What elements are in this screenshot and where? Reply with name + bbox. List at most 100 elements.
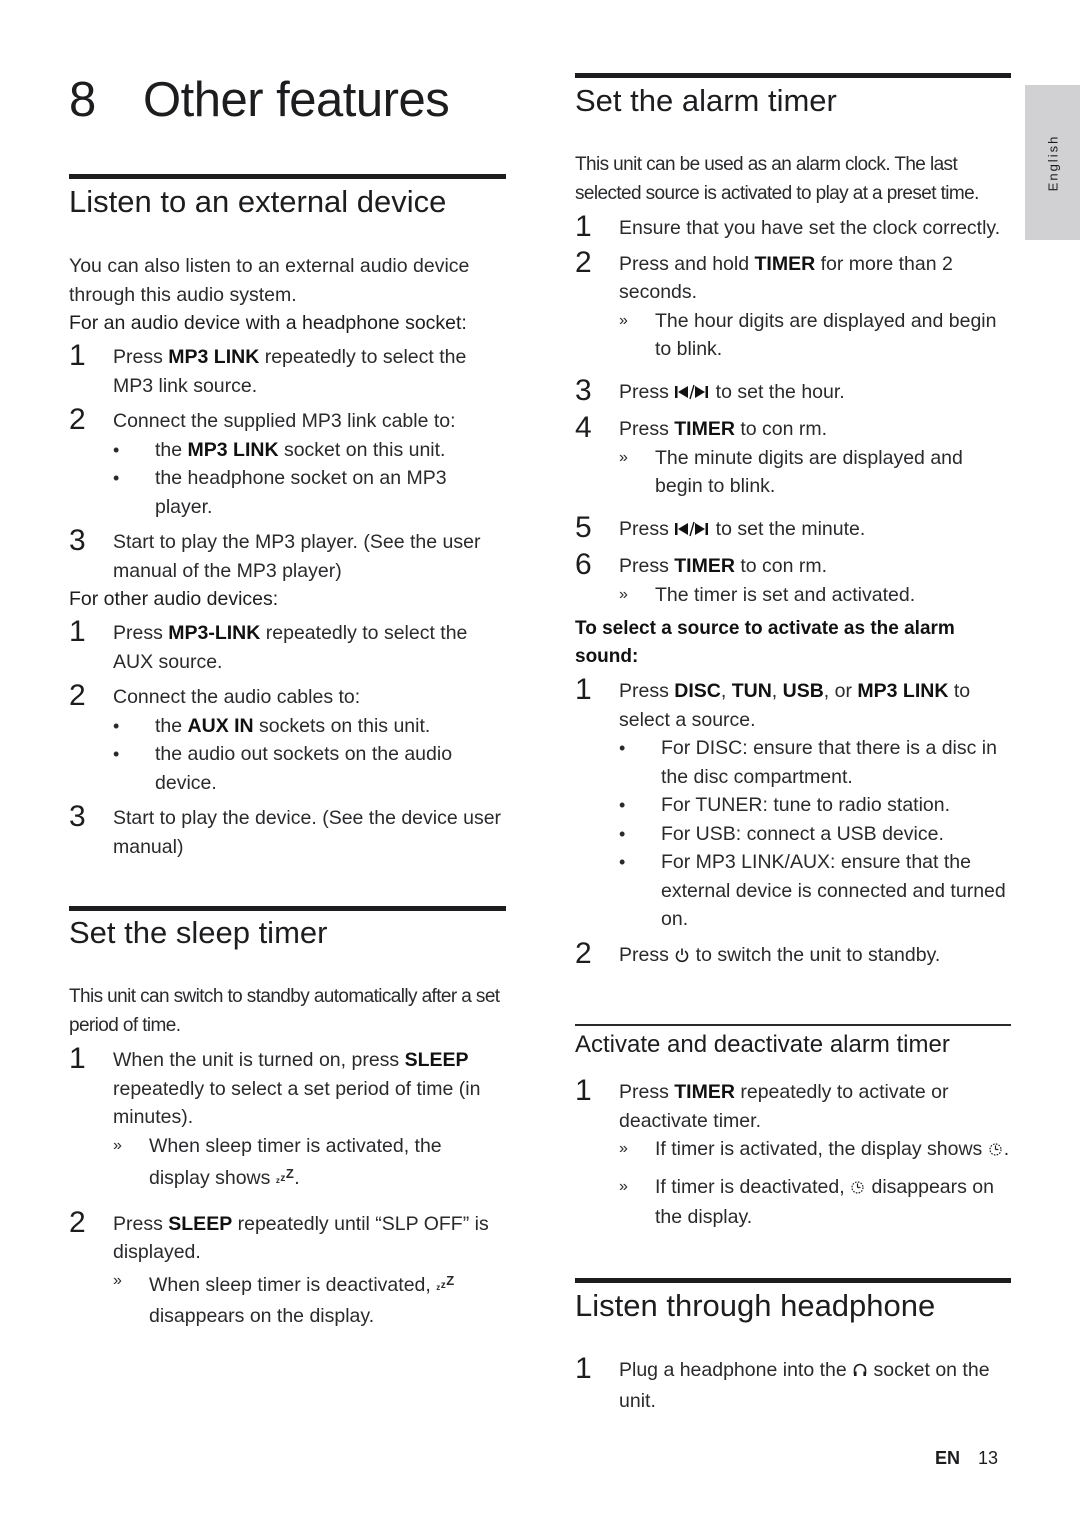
step-text: Ensure that you have set the clock corre… xyxy=(619,217,1001,239)
step-text: Press xyxy=(113,1212,169,1235)
bullet-text: socket on this unit. xyxy=(278,438,446,461)
step: 1 Press DISC, TUN, USB, or MP3 LINK to s… xyxy=(575,673,1011,734)
step-text: Press xyxy=(619,517,675,540)
bullet-item: • For MP3 LINK/AUX: ensure that the exte… xyxy=(575,848,1011,934)
subsection-rule xyxy=(575,1024,1011,1026)
button-name: AUX IN xyxy=(187,714,254,737)
bullet-item: • the MP3 LINK socket on this unit. xyxy=(69,436,506,465)
step-text: , xyxy=(720,680,732,702)
section-rule xyxy=(575,73,1011,78)
step: 1 Press MP3-LINK repeatedly to select th… xyxy=(69,615,506,676)
result-arrow-icon: » xyxy=(113,1271,122,1289)
bullet-text: For DISC: ensure that there is a disc in… xyxy=(661,737,997,788)
page-footer: EN 13 xyxy=(935,1448,998,1469)
language-tab: English xyxy=(1025,85,1080,240)
bullet-item: • For USB: connect a USB device. xyxy=(575,820,1011,849)
prev-next-icon xyxy=(674,517,710,546)
result-arrow-icon: » xyxy=(113,1136,122,1154)
step: 3 Press to set the hour. xyxy=(575,374,1011,409)
step-text: , or xyxy=(823,680,858,702)
result-text: disappears on the display. xyxy=(149,1305,375,1327)
result-item: » If timer is activated, the display sho… xyxy=(575,1135,1011,1166)
bullet-text: the xyxy=(155,714,188,737)
prev-next-icon xyxy=(674,380,710,409)
section-rule xyxy=(69,174,506,179)
step: 1 Plug a headphone into the socket on th… xyxy=(575,1352,1011,1415)
step-number: 1 xyxy=(69,615,86,648)
step-number: 2 xyxy=(69,403,86,436)
result-item: » The hour digits are displayed and begi… xyxy=(575,307,1011,364)
section-title-sleep: Set the sleep timer xyxy=(69,915,328,950)
alarm-timer-icon xyxy=(850,1175,866,1204)
result-arrow-icon: » xyxy=(619,1140,628,1157)
step: 5 Press to set the minute. xyxy=(575,511,1011,546)
result-item: » When sleep timer is deactivated, zzZ d… xyxy=(69,1267,506,1331)
section-rule xyxy=(69,906,506,911)
step-text: Press xyxy=(619,418,675,440)
step-text: Start to play the MP3 player. (See the u… xyxy=(113,531,481,582)
result-text: The timer is set and activated. xyxy=(655,583,916,606)
step: 2 Press to switch the unit to standby. xyxy=(575,937,1011,972)
page-number: 13 xyxy=(978,1448,999,1468)
bullet-text: the audio out sockets on the audio devic… xyxy=(155,743,453,794)
language-tab-label: English xyxy=(1045,134,1060,191)
step-text: Press xyxy=(619,680,675,702)
section-title-alarm: Set the alarm timer xyxy=(575,83,837,118)
step-number: 1 xyxy=(69,339,86,372)
external-intro: You can also listen to an external audio… xyxy=(69,255,470,306)
result-text: . xyxy=(294,1167,300,1189)
bullet-item: • the headphone socket on an MP3 player. xyxy=(69,464,506,521)
button-name: MP3-LINK xyxy=(168,622,261,644)
step: 1 When the unit is turned on, press SLEE… xyxy=(69,1042,506,1132)
step-number: 2 xyxy=(575,245,592,279)
step: 4 Press TIMER to con rm. xyxy=(575,411,1011,444)
section-alarm-timer: This unit can be used as an alarm clock.… xyxy=(575,151,1011,971)
section-title-headphone: Listen through headphone xyxy=(575,1288,936,1323)
alarm-timer-icon xyxy=(988,1137,1004,1166)
bullet-icon: • xyxy=(113,468,120,488)
bullet-text: the xyxy=(155,438,188,461)
section-external-device: You can also listen to an external audio… xyxy=(69,252,506,861)
other-devices-heading: For other audio devices: xyxy=(69,588,279,610)
step-number: 1 xyxy=(575,1074,592,1107)
step-text: Press xyxy=(113,346,169,368)
step: 1 Press TIMER repeatedly to activate or … xyxy=(575,1074,1011,1135)
sleep-zzz-icon: zzZ xyxy=(275,1166,295,1185)
result-text: If timer is activated, the display shows xyxy=(655,1138,988,1160)
result-text: If timer is deactivated, xyxy=(655,1175,851,1198)
step-number: 5 xyxy=(575,510,592,544)
step-number: 2 xyxy=(69,679,86,712)
button-name: TIMER xyxy=(674,418,735,440)
bullet-text: For TUNER: tune to radio station. xyxy=(661,794,951,816)
bullet-icon: • xyxy=(619,852,626,872)
step-text: Press xyxy=(619,380,675,403)
step-number: 6 xyxy=(575,548,592,581)
button-name: MP3 LINK xyxy=(168,346,260,368)
bullet-icon: • xyxy=(113,744,120,764)
result-item: » If timer is deactivated, disappears on… xyxy=(575,1173,1011,1232)
step-text: Connect the audio cables to: xyxy=(113,686,361,708)
step: 2 Connect the audio cables to: xyxy=(69,679,506,712)
bullet-icon: • xyxy=(619,795,626,815)
step-text: Press xyxy=(619,943,675,966)
step-text: When the unit is turned on, press xyxy=(113,1049,405,1071)
button-name: TUN xyxy=(731,680,772,702)
section-activate-alarm: 1 Press TIMER repeatedly to activate or … xyxy=(575,1074,1011,1232)
section-title-activate: Activate and deactivate alarm timer xyxy=(575,1031,950,1058)
step-text: to switch the unit to standby. xyxy=(690,943,941,966)
section-rule xyxy=(575,1278,1011,1283)
step-number: 1 xyxy=(575,673,592,706)
sleep-intro: This unit can switch to standby automati… xyxy=(69,986,500,1036)
button-name: MP3 LINK xyxy=(187,438,279,461)
step-text: , xyxy=(771,680,783,702)
section-sleep-timer: This unit can switch to standby automati… xyxy=(69,983,506,1331)
step-text: Press xyxy=(113,622,169,644)
headphone-socket-heading: For an audio device with a headphone soc… xyxy=(69,312,467,334)
button-name: MP3 LINK xyxy=(857,680,949,702)
step-number: 2 xyxy=(69,1205,86,1239)
button-name: TIMER xyxy=(754,252,816,275)
bullet-icon: • xyxy=(113,715,120,736)
step-text: Press xyxy=(619,1081,675,1103)
result-item: » The timer is set and activated. xyxy=(575,581,1011,610)
bullet-text: the headphone socket on an MP3 player. xyxy=(155,467,447,518)
